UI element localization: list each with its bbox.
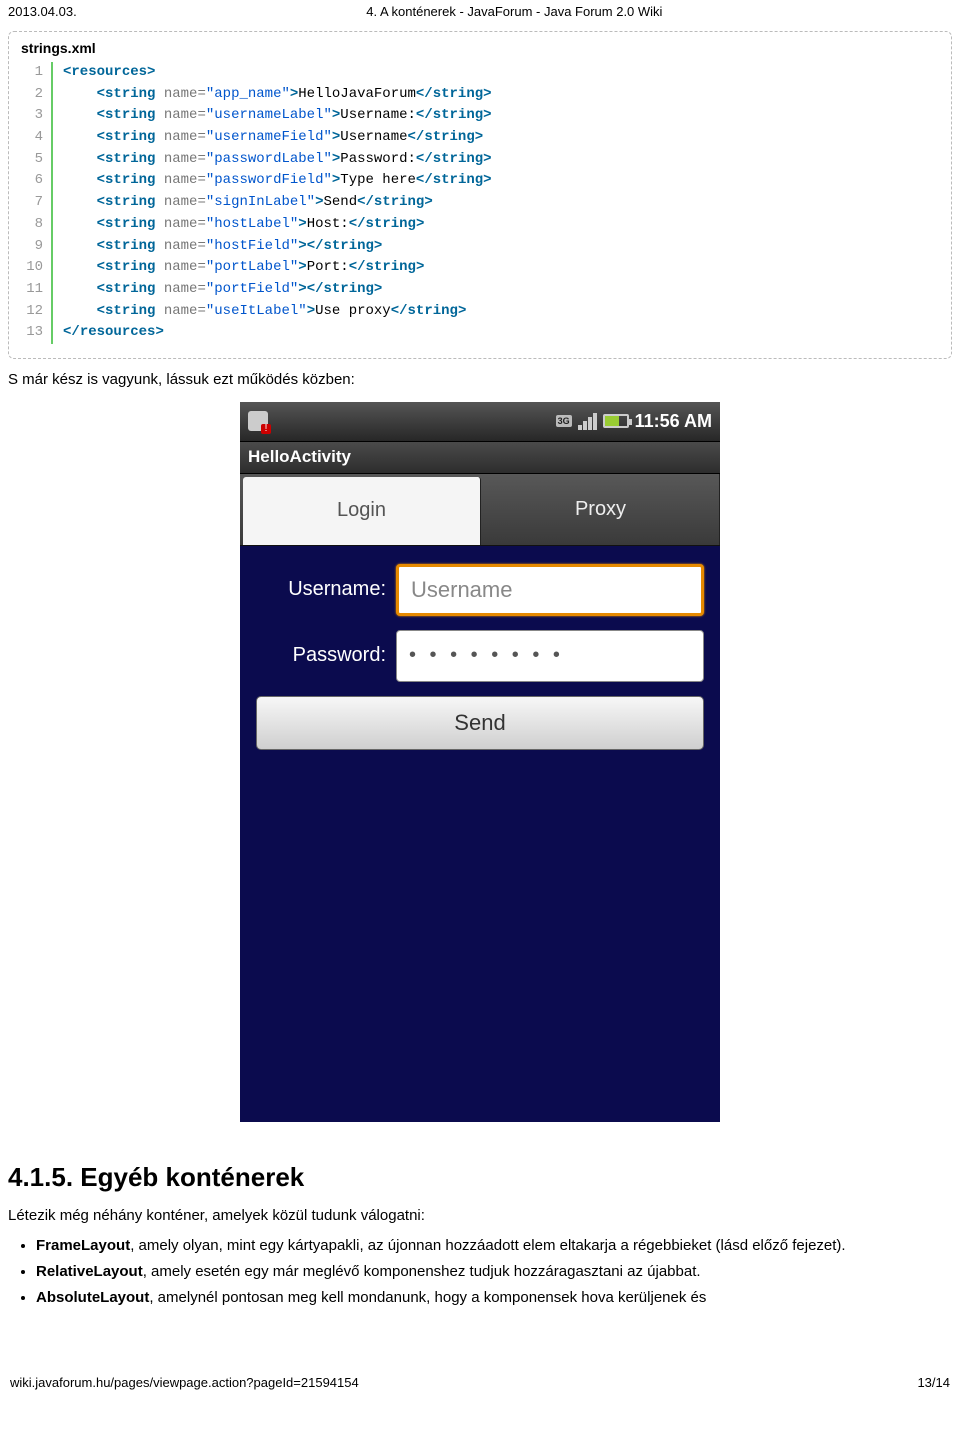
line-number: 4 bbox=[21, 127, 53, 149]
intro-text: S már kész is vagyunk, lássuk ezt működé… bbox=[8, 371, 952, 388]
app-title-bar: HelloActivity bbox=[240, 442, 720, 474]
footer-page: 13/14 bbox=[917, 1375, 950, 1390]
line-content: <string name="usernameField">Username</s… bbox=[63, 127, 483, 149]
code-line: 9 <string name="hostField"></string> bbox=[21, 236, 939, 258]
line-number: 11 bbox=[21, 279, 53, 301]
section-lead: Létezik még néhány konténer, amelyek köz… bbox=[8, 1207, 952, 1224]
line-content: <string name="usernameLabel">Username:</… bbox=[63, 105, 492, 127]
code-panel-title: strings.xml bbox=[21, 40, 939, 56]
line-number: 13 bbox=[21, 322, 53, 344]
line-number: 5 bbox=[21, 149, 53, 171]
code-line: 2 <string name="app_name">HelloJavaForum… bbox=[21, 84, 939, 106]
line-number: 7 bbox=[21, 192, 53, 214]
network-3g-icon: 3G bbox=[556, 415, 572, 427]
username-label: Username: bbox=[256, 578, 396, 601]
container-list: FrameLayout, amely olyan, mint egy kárty… bbox=[8, 1236, 952, 1309]
line-content: <resources> bbox=[63, 62, 155, 84]
line-number: 3 bbox=[21, 105, 53, 127]
list-item-term: RelativeLayout bbox=[36, 1263, 143, 1280]
line-number: 8 bbox=[21, 214, 53, 236]
list-item-term: AbsoluteLayout bbox=[36, 1289, 149, 1306]
line-content: <string name="passwordLabel">Password:</… bbox=[63, 149, 492, 171]
code-line: 13 </resources> bbox=[21, 322, 939, 344]
code-line: 12 <string name="useItLabel">Use proxy</… bbox=[21, 301, 939, 323]
line-number: 9 bbox=[21, 236, 53, 258]
code-line: 6 <string name="passwordField">Type here… bbox=[21, 170, 939, 192]
tab-proxy[interactable]: Proxy bbox=[482, 474, 720, 545]
code-panel: strings.xml 1<resources>2 <string name="… bbox=[8, 31, 952, 359]
login-form: Username: Username Password: • • • • • •… bbox=[240, 546, 720, 1122]
list-item: FrameLayout, amely olyan, mint egy kárty… bbox=[36, 1236, 952, 1256]
line-content: </resources> bbox=[63, 322, 164, 344]
line-content: <string name="useItLabel">Use proxy</str… bbox=[63, 301, 466, 323]
tab-login[interactable]: Login bbox=[243, 477, 481, 545]
line-content: <string name="signInLabel">Send</string> bbox=[63, 192, 433, 214]
list-item: RelativeLayout, amely esetén egy már meg… bbox=[36, 1262, 952, 1282]
status-clock: 11:56 AM bbox=[635, 411, 712, 432]
signal-bars-icon bbox=[578, 412, 597, 430]
line-content: <string name="portField"></string> bbox=[63, 279, 382, 301]
battery-icon bbox=[603, 414, 629, 428]
line-number: 1 bbox=[21, 62, 53, 84]
line-content: <string name="portLabel">Port:</string> bbox=[63, 257, 424, 279]
header-title: 4. A konténerek - JavaForum - Java Forum… bbox=[77, 4, 952, 19]
device-screenshot: 3G 11:56 AM HelloActivity Login Proxy Us… bbox=[240, 402, 720, 1122]
footer-url: wiki.javaforum.hu/pages/viewpage.action?… bbox=[10, 1375, 359, 1390]
line-content: <string name="hostField"></string> bbox=[63, 236, 382, 258]
code-line: 4 <string name="usernameField">Username<… bbox=[21, 127, 939, 149]
line-content: <string name="app_name">HelloJavaForum</… bbox=[63, 84, 492, 106]
notification-icon bbox=[248, 411, 268, 431]
page-footer: wiki.javaforum.hu/pages/viewpage.action?… bbox=[0, 1369, 960, 1400]
line-number: 2 bbox=[21, 84, 53, 106]
send-button[interactable]: Send bbox=[256, 696, 704, 750]
line-number: 10 bbox=[21, 257, 53, 279]
list-item: AbsoluteLayout, amelynél pontosan meg ke… bbox=[36, 1288, 952, 1308]
section-heading: 4.1.5. Egyéb konténerek bbox=[8, 1162, 952, 1193]
code-line: 8 <string name="hostLabel">Host:</string… bbox=[21, 214, 939, 236]
code-line: 5 <string name="passwordLabel">Password:… bbox=[21, 149, 939, 171]
list-item-term: FrameLayout bbox=[36, 1237, 130, 1254]
password-field[interactable]: • • • • • • • • bbox=[396, 630, 704, 682]
code-block: 1<resources>2 <string name="app_name">He… bbox=[21, 62, 939, 344]
code-line: 3 <string name="usernameLabel">Username:… bbox=[21, 105, 939, 127]
status-bar: 3G 11:56 AM bbox=[240, 402, 720, 442]
code-line: 1 <resources> bbox=[21, 62, 939, 84]
line-content: <string name="passwordField">Type here</… bbox=[63, 170, 492, 192]
code-line: 11 <string name="portField"></string> bbox=[21, 279, 939, 301]
line-number: 12 bbox=[21, 301, 53, 323]
line-content: <string name="hostLabel">Host:</string> bbox=[63, 214, 424, 236]
username-field[interactable]: Username bbox=[396, 564, 704, 616]
code-line: 10 <string name="portLabel">Port:</strin… bbox=[21, 257, 939, 279]
line-number: 6 bbox=[21, 170, 53, 192]
code-line: 7 <string name="signInLabel">Send</strin… bbox=[21, 192, 939, 214]
header-date: 2013.04.03. bbox=[8, 4, 77, 19]
page-header: 2013.04.03. 4. A konténerek - JavaForum … bbox=[0, 0, 960, 23]
password-label: Password: bbox=[256, 644, 396, 667]
tab-bar: Login Proxy bbox=[240, 474, 720, 546]
